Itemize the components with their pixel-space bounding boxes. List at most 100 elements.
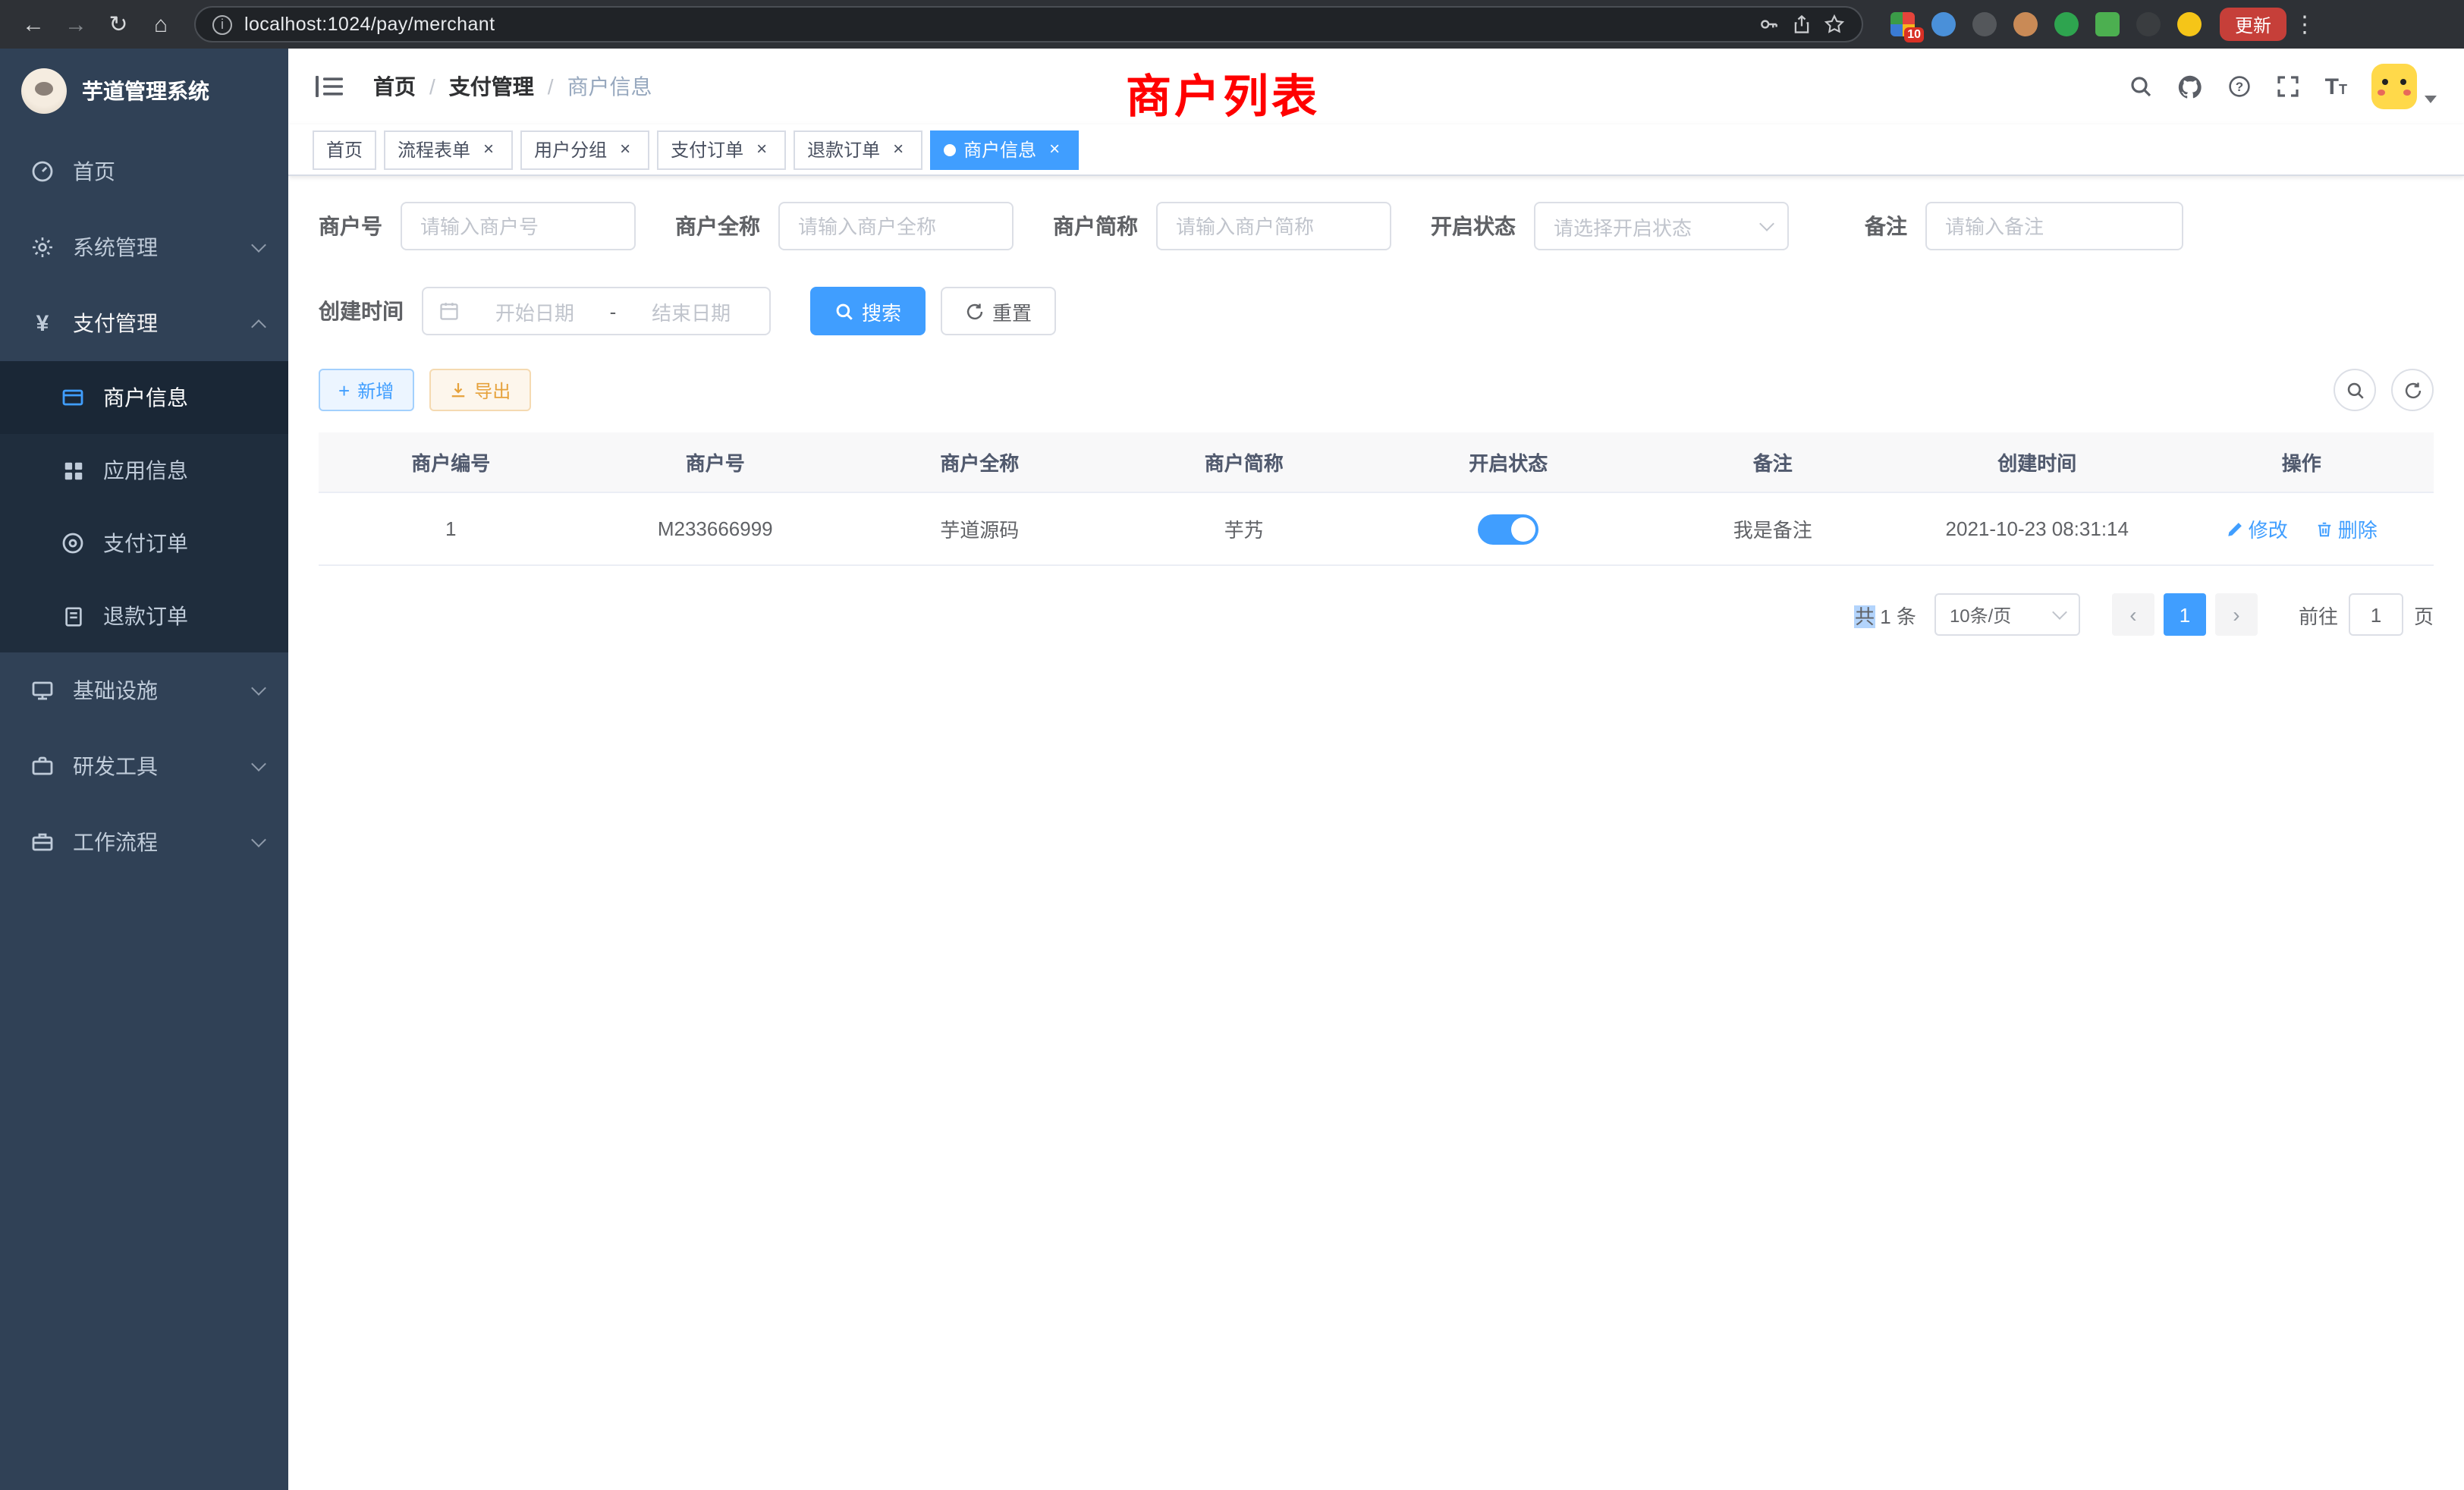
extension-icon[interactable]	[1972, 12, 1997, 36]
filter-row-1: 商户号 商户全称 商户简称 开启状态 请选择开启状态	[319, 202, 2434, 250]
toggle-search-button[interactable]	[2334, 369, 2376, 411]
create-time-label: 创建时间	[319, 296, 404, 326]
user-menu[interactable]	[2371, 64, 2437, 109]
page-unit-label: 页	[2414, 600, 2434, 629]
add-button[interactable]: + 新增	[319, 369, 413, 411]
sidebar-item-system[interactable]: 系统管理	[0, 209, 288, 285]
close-icon[interactable]: ×	[1044, 139, 1065, 160]
extension-icon[interactable]	[1931, 12, 1956, 36]
gear-icon	[27, 235, 58, 259]
merchant-name-input[interactable]	[778, 202, 1014, 250]
merchant-table: 商户编号 商户号 商户全称 商户简称 开启状态 备注 创建时间 操作 1 M23…	[319, 432, 2434, 566]
page-content: 商户号 商户全称 商户简称 开启状态 请选择开启状态	[288, 176, 2464, 636]
home-button[interactable]: ⌂	[143, 6, 179, 42]
pagination-total: 共 1 条	[1855, 600, 1916, 629]
reload-button[interactable]: ↻	[100, 6, 137, 42]
search-button[interactable]: 搜索	[810, 287, 926, 335]
create-time-range-picker[interactable]: 开始日期 - 结束日期	[422, 287, 771, 335]
breadcrumb-separator: /	[548, 74, 554, 99]
merchant-short-name-input[interactable]	[1156, 202, 1391, 250]
bookmark-star-icon[interactable]	[1824, 14, 1845, 35]
close-icon[interactable]: ×	[751, 139, 772, 160]
application-window: ← → ↻ ⌂ i localhost:1024/pay/merchant 10	[0, 0, 2464, 1490]
url-text: localhost:1024/pay/merchant	[244, 14, 1746, 35]
goto-label: 前往	[2299, 600, 2338, 629]
table-row: 1 M233666999 芋道源码 芋艿 我是备注 2021-10-23 08:…	[319, 493, 2434, 566]
extension-icon[interactable]: 10	[1890, 12, 1915, 36]
next-page-button[interactable]: ›	[2215, 593, 2258, 636]
close-icon[interactable]: ×	[478, 139, 499, 160]
share-icon[interactable]	[1792, 14, 1812, 35]
extension-icon[interactable]	[2136, 12, 2161, 36]
tab-home[interactable]: 首页	[313, 130, 376, 169]
status-toggle[interactable]	[1478, 514, 1538, 544]
grid-icon	[58, 459, 88, 482]
sidebar-item-pay-order[interactable]: 支付订单	[0, 507, 288, 580]
edit-link[interactable]: 修改	[2226, 514, 2288, 543]
extension-icon[interactable]	[2095, 12, 2120, 36]
search-icon[interactable]	[2129, 74, 2154, 99]
tab-user-group[interactable]: 用户分组 ×	[520, 130, 649, 169]
sidebar-item-app-info[interactable]: 应用信息	[0, 434, 288, 507]
sidebar-item-payment[interactable]: ¥ 支付管理	[0, 285, 288, 361]
filter-create-time: 创建时间 开始日期 - 结束日期	[319, 287, 771, 335]
extension-icon[interactable]	[2054, 12, 2079, 36]
sidebar: 芋道管理系统 首页 系统管理 ¥ 支付管理 商户信息	[0, 49, 288, 1490]
extension-icon[interactable]	[2013, 12, 2038, 36]
remark-input[interactable]	[1925, 202, 2183, 250]
goto-page-input[interactable]	[2349, 593, 2403, 636]
site-info-icon[interactable]: i	[212, 14, 232, 34]
filter-merchant-name: 商户全称	[675, 202, 1014, 250]
tab-process-form[interactable]: 流程表单 ×	[384, 130, 513, 169]
forward-button[interactable]: →	[58, 6, 94, 42]
top-navbar: 首页 / 支付管理 / 商户信息 商户列表 ? T	[288, 49, 2464, 124]
breadcrumb: 首页 / 支付管理 / 商户信息	[373, 71, 652, 102]
export-button[interactable]: 导出	[429, 369, 530, 411]
toolbar-right	[2334, 369, 2434, 411]
order-circle-icon	[58, 531, 88, 555]
merchant-id-label: 商户号	[319, 211, 382, 241]
close-icon[interactable]: ×	[888, 139, 909, 160]
chevron-down-icon	[1759, 216, 1774, 231]
merchant-id-input[interactable]	[401, 202, 636, 250]
font-size-icon[interactable]: TT	[2325, 75, 2347, 98]
help-icon[interactable]: ?	[2228, 74, 2252, 99]
github-icon[interactable]	[2178, 74, 2204, 99]
toolbox-icon	[27, 754, 58, 778]
filter-merchant-short-name: 商户简称	[1053, 202, 1391, 250]
current-page-button[interactable]: 1	[2164, 593, 2206, 636]
app-logo[interactable]: 芋道管理系统	[0, 49, 288, 134]
delete-link[interactable]: 删除	[2315, 514, 2378, 543]
filter-remark: 备注	[1865, 202, 2183, 250]
merchant-card-icon	[58, 385, 88, 410]
tab-merchant-info[interactable]: 商户信息 ×	[930, 130, 1079, 169]
password-key-icon[interactable]	[1758, 14, 1780, 35]
tab-pay-order[interactable]: 支付订单 ×	[657, 130, 786, 169]
breadcrumb-home[interactable]: 首页	[373, 71, 416, 102]
back-button[interactable]: ←	[15, 6, 52, 42]
fullscreen-icon[interactable]	[2277, 74, 2301, 99]
page-size-select[interactable]: 10条/页	[1934, 593, 2080, 636]
profile-avatar-icon[interactable]	[2177, 12, 2202, 36]
url-bar[interactable]: i localhost:1024/pay/merchant	[194, 6, 1863, 42]
sidebar-item-home[interactable]: 首页	[0, 134, 288, 209]
prev-page-button[interactable]: ‹	[2112, 593, 2154, 636]
column-header: 商户简称	[1112, 448, 1377, 476]
status-select[interactable]: 请选择开启状态	[1534, 202, 1789, 250]
sidebar-item-dev-tools[interactable]: 研发工具	[0, 728, 288, 804]
reset-button[interactable]: 重置	[941, 287, 1056, 335]
sidebar-toggle-icon[interactable]	[310, 68, 349, 105]
sidebar-item-workflow[interactable]: 工作流程	[0, 804, 288, 880]
close-icon[interactable]: ×	[614, 139, 636, 160]
sidebar-item-infrastructure[interactable]: 基础设施	[0, 652, 288, 728]
tab-refund-order[interactable]: 退款订单 ×	[794, 130, 922, 169]
start-date-placeholder: 开始日期	[472, 297, 598, 325]
cell-actions: 修改 删除	[2170, 514, 2434, 543]
browser-menu-icon[interactable]: ⋮	[2293, 11, 2317, 38]
breadcrumb-payment[interactable]: 支付管理	[449, 71, 534, 102]
refresh-button[interactable]	[2391, 369, 2434, 411]
sidebar-item-merchant-info[interactable]: 商户信息	[0, 361, 288, 434]
annotation-title: 商户列表	[1126, 59, 1320, 126]
update-button[interactable]: 更新	[2220, 8, 2286, 41]
sidebar-item-refund-order[interactable]: 退款订单	[0, 580, 288, 652]
